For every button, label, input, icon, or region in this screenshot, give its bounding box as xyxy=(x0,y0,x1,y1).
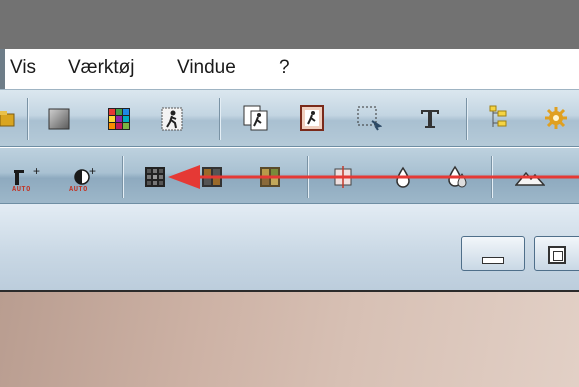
minimize-icon xyxy=(482,257,504,264)
image-canvas[interactable] xyxy=(0,292,579,387)
maximize-icon xyxy=(548,246,566,264)
minimize-button[interactable] xyxy=(461,236,525,271)
maximize-button[interactable] xyxy=(534,236,579,271)
